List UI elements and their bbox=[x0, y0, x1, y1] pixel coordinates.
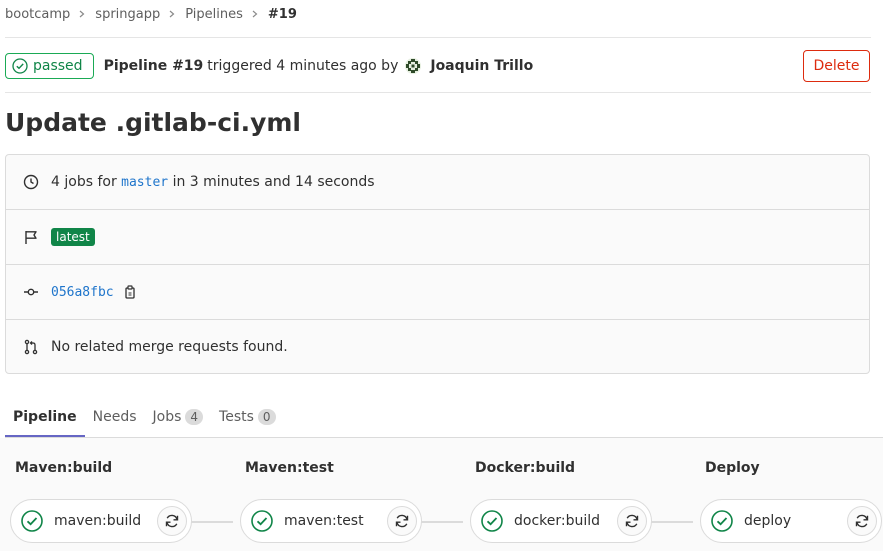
jobs-suffix: in 3 minutes and 14 seconds bbox=[172, 174, 375, 190]
job-pill[interactable]: deploy bbox=[700, 499, 882, 543]
job-pill[interactable]: maven:test bbox=[240, 499, 422, 543]
divider bbox=[5, 92, 871, 93]
delete-button[interactable]: Delete bbox=[803, 50, 870, 82]
tab-label: Pipeline bbox=[13, 408, 77, 425]
retry-icon bbox=[395, 514, 409, 528]
triggered-text: triggered 4 minutes ago by bbox=[207, 58, 399, 74]
merge-request-icon bbox=[22, 338, 40, 356]
breadcrumb-item-pipelines[interactable]: Pipelines bbox=[185, 7, 243, 22]
info-row-duration: 4 jobs for master in 3 minutes and 14 se… bbox=[6, 155, 869, 210]
status-success-icon bbox=[20, 509, 44, 533]
status-success-icon bbox=[480, 509, 504, 533]
merge-requests-text: No related merge requests found. bbox=[51, 338, 288, 355]
divider bbox=[5, 37, 871, 38]
retry-icon bbox=[625, 514, 639, 528]
branch-link[interactable]: master bbox=[121, 175, 168, 190]
tab-label: Jobs bbox=[152, 408, 182, 425]
clock-icon bbox=[22, 173, 40, 191]
stage-connector bbox=[645, 521, 693, 523]
chevron-right-icon bbox=[166, 8, 178, 20]
job-label: docker:build bbox=[514, 513, 601, 529]
job-label: maven:build bbox=[54, 513, 142, 529]
stage-name: Maven:build bbox=[15, 460, 113, 476]
status-success-icon bbox=[710, 509, 734, 533]
retry-icon bbox=[165, 514, 179, 528]
stage-name: Deploy bbox=[705, 460, 760, 476]
pipeline-header: passed Pipeline #19 triggered 4 minutes … bbox=[5, 50, 870, 82]
retry-button[interactable] bbox=[157, 506, 187, 536]
stage-name: Docker:build bbox=[475, 460, 576, 476]
jobs-prefix: 4 jobs for bbox=[51, 174, 117, 190]
tab-count: 0 bbox=[257, 408, 276, 425]
pipeline-graph: Maven:build maven:build Maven:test maven… bbox=[0, 438, 883, 551]
user-name-link[interactable]: Joaquin Trillo bbox=[430, 58, 533, 74]
job-label: deploy bbox=[744, 513, 792, 529]
copy-icon[interactable] bbox=[122, 284, 138, 300]
tab-label: Tests bbox=[219, 408, 254, 425]
info-row-badges: latest bbox=[6, 210, 869, 265]
tab-pipeline[interactable]: Pipeline bbox=[5, 396, 85, 437]
job-pill[interactable]: maven:build bbox=[10, 499, 192, 543]
tab-needs[interactable]: Needs bbox=[85, 396, 145, 437]
commit-icon bbox=[22, 283, 40, 301]
status-success-icon bbox=[250, 509, 274, 533]
chevron-right-icon bbox=[76, 8, 88, 20]
chevron-right-icon bbox=[249, 8, 261, 20]
tab-count: 4 bbox=[185, 408, 204, 425]
breadcrumb-item-project[interactable]: springapp bbox=[95, 7, 160, 22]
retry-button[interactable] bbox=[617, 506, 647, 536]
breadcrumb-item-current[interactable]: #19 bbox=[268, 7, 297, 22]
info-row-merge-requests: No related merge requests found. bbox=[6, 320, 869, 373]
tab-label: Needs bbox=[92, 408, 137, 425]
pipeline-info-card: 4 jobs for master in 3 minutes and 14 se… bbox=[5, 154, 870, 374]
stage-connector bbox=[185, 521, 233, 523]
latest-badge: latest bbox=[51, 228, 95, 246]
status-label: passed bbox=[33, 58, 83, 74]
pipeline-label: Pipeline #19 bbox=[103, 58, 204, 74]
stage-name: Maven:test bbox=[245, 460, 334, 476]
retry-button[interactable] bbox=[387, 506, 417, 536]
status-success-icon bbox=[12, 58, 28, 74]
breadcrumb: bootcamp springapp Pipelines #19 bbox=[5, 5, 297, 23]
pipeline-summary: Pipeline #19 triggered 4 minutes ago by … bbox=[103, 57, 533, 75]
pipeline-tabs: Pipeline Needs Jobs 4 Tests 0 bbox=[5, 396, 883, 438]
page-title: Update .gitlab-ci.yml bbox=[5, 108, 301, 137]
flag-icon bbox=[22, 228, 40, 246]
retry-icon bbox=[855, 514, 869, 528]
stage-connector bbox=[415, 521, 463, 523]
retry-button[interactable] bbox=[847, 506, 877, 536]
status-badge[interactable]: passed bbox=[5, 53, 94, 79]
breadcrumb-item-group[interactable]: bootcamp bbox=[5, 7, 70, 22]
avatar[interactable] bbox=[404, 57, 422, 75]
tab-jobs[interactable]: Jobs 4 bbox=[145, 396, 212, 437]
job-pill[interactable]: docker:build bbox=[470, 499, 652, 543]
commit-sha-link[interactable]: 056a8fbc bbox=[51, 285, 114, 300]
job-label: maven:test bbox=[284, 513, 364, 529]
tab-tests[interactable]: Tests 0 bbox=[211, 396, 284, 437]
info-row-commit: 056a8fbc bbox=[6, 265, 869, 320]
